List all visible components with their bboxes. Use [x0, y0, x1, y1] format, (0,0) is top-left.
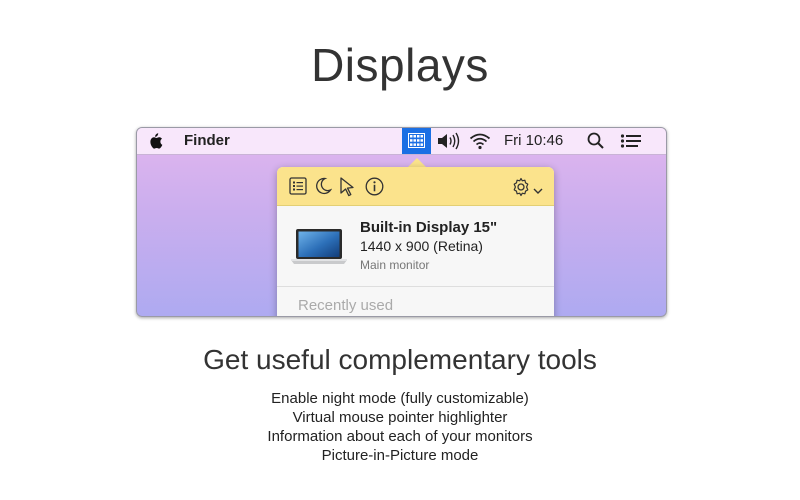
apple-icon[interactable] [147, 132, 163, 150]
popover-arrow [408, 158, 426, 167]
feature-item: Enable night mode (fully customizable) [271, 390, 529, 407]
display-name: Built-in Display 15" [360, 219, 498, 236]
section-subtitle: Get useful complementary tools [203, 344, 597, 375]
laptop-icon [291, 228, 347, 271]
night-mode-icon[interactable] [314, 177, 333, 200]
feature-item: Picture-in-Picture mode [321, 447, 479, 464]
display-list-icon[interactable] [289, 177, 307, 200]
app-menu-finder[interactable]: Finder [184, 132, 230, 149]
notification-center-icon[interactable] [620, 131, 642, 156]
pointer-highlight-icon[interactable] [339, 177, 357, 202]
recently-used-header: Recently used [298, 297, 394, 314]
popover-toolbar [277, 167, 554, 206]
feature-list: Enable night mode (fully customizable) V… [0, 389, 800, 465]
page-title: Displays [311, 39, 489, 91]
spotlight-icon[interactable] [587, 131, 605, 156]
displays-menu-icon[interactable] [402, 128, 431, 154]
divider [277, 286, 554, 287]
display-resolution: 1440 x 900 (Retina) [360, 238, 483, 254]
gear-icon[interactable] [511, 177, 531, 202]
displays-popover: Built-in Display 15" 1440 x 900 (Retina)… [277, 167, 554, 316]
wifi-icon[interactable] [469, 131, 491, 156]
menu-bar-clock[interactable]: Fri 10:46 [504, 132, 563, 149]
feature-item: Virtual mouse pointer highlighter [292, 409, 508, 426]
chevron-down-icon[interactable] [533, 182, 543, 200]
volume-icon[interactable] [436, 131, 460, 156]
display-role: Main monitor [360, 258, 430, 272]
info-icon[interactable] [365, 177, 384, 201]
screen-preview: Finder Fri 10:46 Built-in Display 15" 14… [136, 127, 667, 317]
menu-bar: Finder Fri 10:46 [137, 128, 666, 155]
feature-item: Information about each of your monitors [267, 428, 533, 445]
